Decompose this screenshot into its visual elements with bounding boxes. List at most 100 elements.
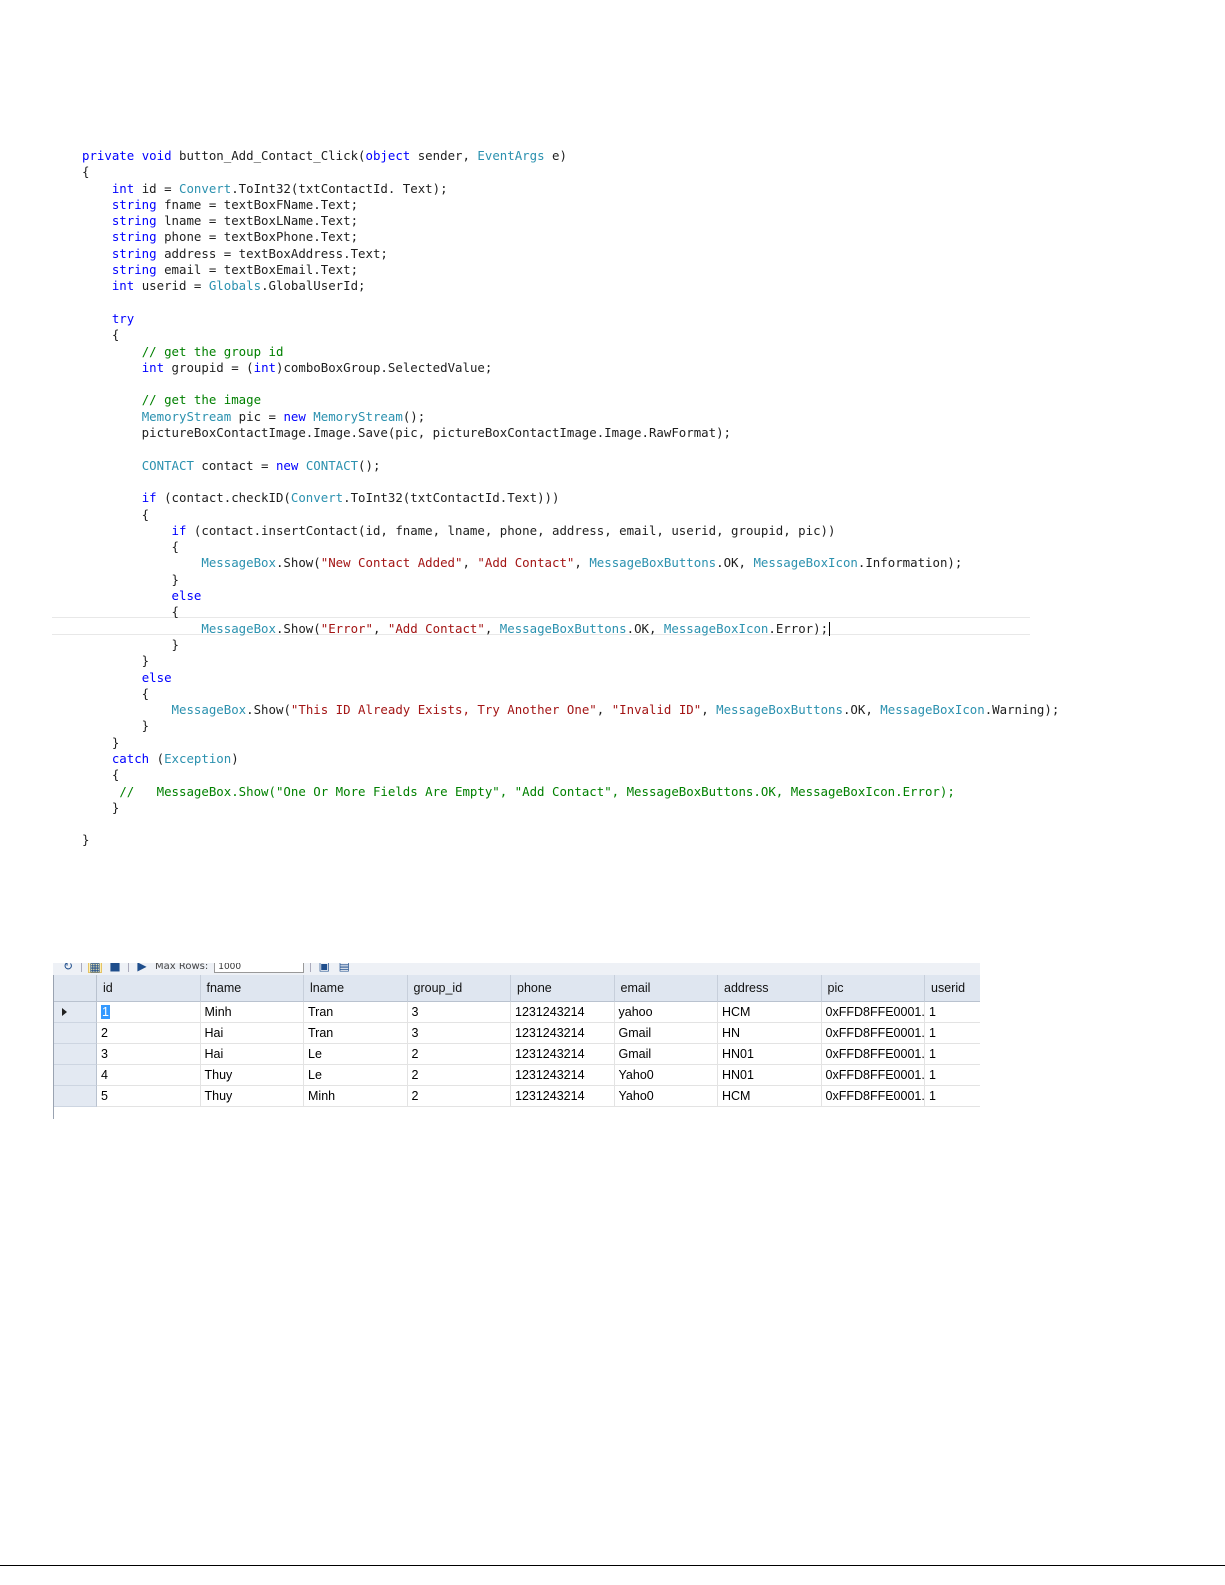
table-cell[interactable]: 1 (925, 1065, 980, 1086)
column-header-lname[interactable]: lname (304, 975, 408, 1002)
table-cell[interactable]: 2 (407, 1086, 511, 1107)
table-cell[interactable]: Yaho0 (614, 1065, 718, 1086)
table-row[interactable]: 3 Hai Le 2 1231243214 Gmail HN01 0xFFD8FFE0001.… (54, 1044, 980, 1065)
code-line[interactable]: CONTACT contact = new CONTACT(); (82, 458, 1202, 474)
table-cell[interactable]: Le (304, 1065, 408, 1086)
table-cell[interactable]: 1 (925, 1044, 980, 1065)
results-grid[interactable]: id fname lname group_id phone email address pic… (53, 975, 980, 1119)
table-cell[interactable]: Minh (200, 1002, 304, 1023)
code-line[interactable]: if (contact.insertContact(id, fname, lna… (82, 523, 1202, 539)
column-header-address[interactable]: address (718, 975, 822, 1002)
code-line[interactable]: pictureBoxContactImage.Image.Save(pic, p… (82, 425, 1202, 441)
table-cell[interactable]: 3 (407, 1023, 511, 1044)
table-cell[interactable]: 1 (925, 1086, 980, 1107)
code-line[interactable]: else (82, 588, 1202, 604)
table-cell[interactable]: Thuy (200, 1086, 304, 1107)
table-cell[interactable]: Minh (304, 1086, 408, 1107)
code-line[interactable]: } (82, 718, 1202, 734)
code-line[interactable]: private void button_Add_Contact_Click(ob… (82, 148, 1202, 164)
code-line[interactable]: string email = textBoxEmail.Text; (82, 262, 1202, 278)
table-cell[interactable]: HCM (718, 1086, 822, 1107)
code-line[interactable]: } (82, 572, 1202, 588)
code-line[interactable] (82, 295, 1202, 311)
code-line[interactable]: { (82, 164, 1202, 180)
table-cell[interactable]: 1 (925, 1023, 980, 1044)
code-line[interactable]: else (82, 670, 1202, 686)
code-line[interactable]: } (82, 637, 1202, 653)
column-header-id[interactable]: id (97, 975, 201, 1002)
code-line[interactable]: if (contact.checkID(Convert.ToInt32(txtC… (82, 490, 1202, 506)
table-cell[interactable]: 0xFFD8FFE0001... (821, 1086, 925, 1107)
table-cell[interactable]: Hai (200, 1044, 304, 1065)
table-cell[interactable]: 1231243214 (511, 1044, 615, 1065)
code-line[interactable]: // get the image (82, 392, 1202, 408)
code-line[interactable]: { (82, 767, 1202, 783)
code-line[interactable]: } (82, 832, 1202, 848)
table-cell[interactable]: 1231243214 (511, 1065, 615, 1086)
code-line[interactable]: try (82, 311, 1202, 327)
code-line[interactable] (82, 816, 1202, 832)
code-line[interactable]: string phone = textBoxPhone.Text; (82, 229, 1202, 245)
table-cell[interactable]: HCM (718, 1002, 822, 1023)
code-line[interactable]: string fname = textBoxFName.Text; (82, 197, 1202, 213)
code-line[interactable]: { (82, 327, 1202, 343)
table-cell[interactable]: Gmail (614, 1044, 718, 1065)
row-selector[interactable] (54, 1044, 97, 1065)
code-line[interactable]: { (82, 507, 1202, 523)
stop-icon[interactable]: ■ (108, 963, 122, 973)
table-cell[interactable]: 0xFFD8FFE0001... (821, 1023, 925, 1044)
table-cell[interactable]: 3 (97, 1044, 201, 1065)
code-line[interactable]: int id = Convert.ToInt32(txtContactId. T… (82, 181, 1202, 197)
table-cell[interactable]: yahoo (614, 1002, 718, 1023)
table-cell[interactable]: 1231243214 (511, 1086, 615, 1107)
table-cell[interactable]: HN (718, 1023, 822, 1044)
table-cell[interactable]: 1231243214 (511, 1002, 615, 1023)
refresh-icon[interactable]: ↻ (61, 963, 75, 973)
code-line[interactable]: // MessageBox.Show("One Or More Fields A… (82, 784, 1202, 800)
column-header-fname[interactable]: fname (200, 975, 304, 1002)
max-rows-input[interactable]: 1000 (214, 963, 305, 973)
table-cell[interactable]: 0xFFD8FFE0001... (821, 1044, 925, 1065)
table-cell[interactable]: Gmail (614, 1023, 718, 1044)
table-cell[interactable]: 2 (407, 1065, 511, 1086)
code-line[interactable]: MessageBox.Show("Error", "Add Contact", … (82, 621, 1202, 637)
table-cell[interactable]: Tran (304, 1002, 408, 1023)
column-header-group-id[interactable]: group_id (407, 975, 511, 1002)
table-cell[interactable]: Tran (304, 1023, 408, 1044)
filter-icon[interactable]: ▦ (88, 963, 102, 974)
code-line[interactable]: string address = textBoxAddress.Text; (82, 246, 1202, 262)
code-line[interactable]: int groupid = (int)comboBoxGroup.Selecte… (82, 360, 1202, 376)
code-line[interactable]: // get the group id (82, 344, 1202, 360)
code-line[interactable]: int userid = Globals.GlobalUserId; (82, 278, 1202, 294)
row-selector[interactable] (54, 1086, 97, 1107)
code-line[interactable]: string lname = textBoxLName.Text; (82, 213, 1202, 229)
table-cell[interactable]: 2 (407, 1044, 511, 1065)
table-row[interactable]: 1 Minh Tran 3 1231243214 yahoo HCM 0xFFD8FFE000… (54, 1002, 980, 1023)
table-cell[interactable]: 1 (97, 1002, 201, 1023)
table-cell[interactable]: Le (304, 1044, 408, 1065)
table-row[interactable]: 2 Hai Tran 3 1231243214 Gmail HN 0xFFD8FFE0001.… (54, 1023, 980, 1044)
code-line[interactable]: MessageBox.Show("New Contact Added", "Ad… (82, 555, 1202, 571)
column-header-pic[interactable]: pic (821, 975, 925, 1002)
code-line[interactable] (82, 474, 1202, 490)
table-cell[interactable]: 2 (97, 1023, 201, 1044)
table-cell[interactable]: Hai (200, 1023, 304, 1044)
row-selector[interactable] (54, 1023, 97, 1044)
code-line[interactable]: } (82, 735, 1202, 751)
table-cell[interactable]: 0xFFD8FFE0001... (821, 1065, 925, 1086)
code-line[interactable]: { (82, 604, 1202, 620)
code-line[interactable]: } (82, 653, 1202, 669)
copy-icon[interactable]: ▤ (337, 963, 351, 973)
table-cell[interactable]: Yaho0 (614, 1086, 718, 1107)
table-row[interactable]: 5 Thuy Minh 2 1231243214 Yaho0 HCM 0xFFD8FFE000… (54, 1086, 980, 1107)
code-line[interactable]: } (82, 800, 1202, 816)
code-line[interactable] (82, 376, 1202, 392)
code-line[interactable]: catch (Exception) (82, 751, 1202, 767)
table-cell[interactable]: 4 (97, 1065, 201, 1086)
table-row[interactable]: 4 Thuy Le 2 1231243214 Yaho0 HN01 0xFFD8FFE0001… (54, 1065, 980, 1086)
code-line[interactable]: { (82, 686, 1202, 702)
code-line[interactable]: MemoryStream pic = new MemoryStream(); (82, 409, 1202, 425)
table-cell[interactable]: 1231243214 (511, 1023, 615, 1044)
code-editor[interactable]: private void button_Add_Contact_Click(ob… (82, 148, 1202, 849)
grid-corner[interactable] (54, 975, 97, 1002)
